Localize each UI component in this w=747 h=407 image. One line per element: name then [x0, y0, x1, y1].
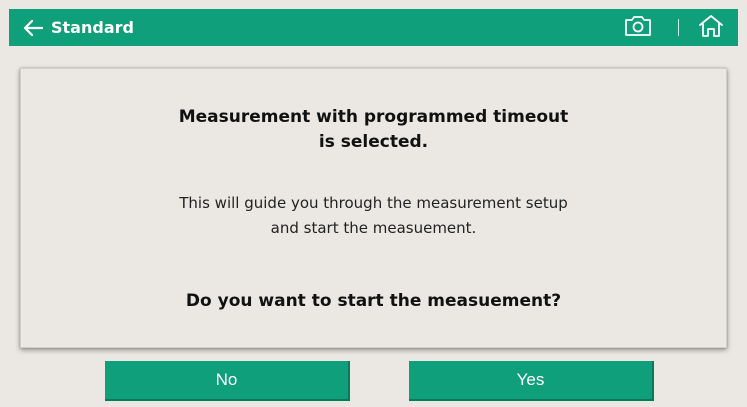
yes-button[interactable]: Yes: [409, 361, 654, 401]
home-button[interactable]: [696, 14, 726, 42]
confirmation-dialog: Measurement with programmed timeout is s…: [20, 68, 727, 348]
dialog-title-line-2: is selected.: [318, 132, 429, 152]
arrow-left-icon: [23, 19, 43, 37]
header-divider: [678, 19, 679, 36]
dialog-message: This will guide you through the measurem…: [21, 191, 726, 241]
no-button[interactable]: No: [105, 361, 350, 401]
back-button[interactable]: Standard: [9, 9, 144, 46]
dialog-message-line-2: and start the measuement.: [270, 219, 477, 237]
dialog-title-line-1: Measurement with programmed timeout: [178, 107, 569, 127]
camera-icon: [624, 15, 652, 41]
dialog-title: Measurement with programmed timeout is s…: [21, 105, 726, 155]
home-icon: [698, 14, 724, 42]
dialog-message-line-1: This will guide you through the measurem…: [179, 194, 568, 212]
top-bar: Standard: [9, 9, 738, 46]
page-title: Standard: [51, 18, 134, 37]
dialog-question: Do you want to start the measuement?: [185, 291, 562, 311]
screenshot-button[interactable]: [621, 15, 655, 41]
